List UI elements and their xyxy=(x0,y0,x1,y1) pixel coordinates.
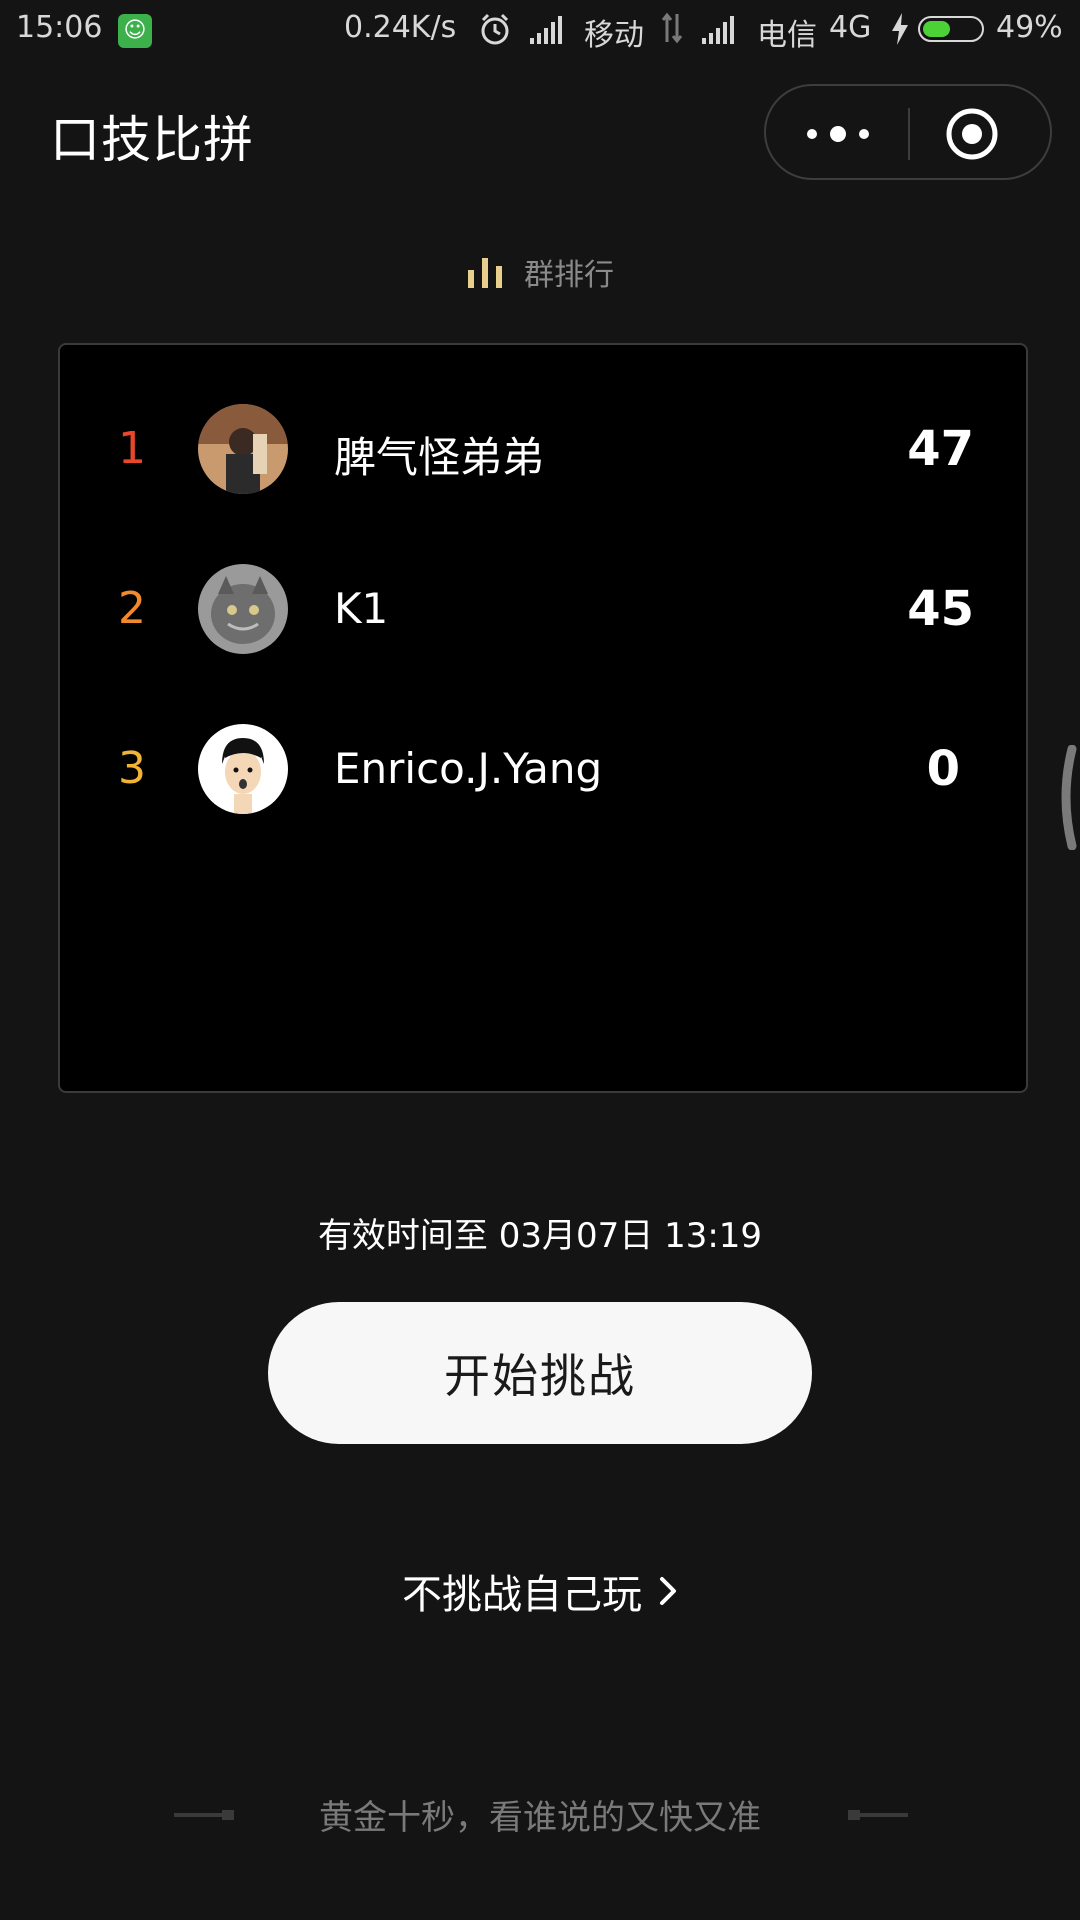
battery-percent: 49% xyxy=(996,10,1063,45)
avatar xyxy=(198,404,288,494)
slogan-text: 黄金十秒，看谁说的又快又准 xyxy=(319,1798,761,1838)
start-challenge-button[interactable]: 开始挑战 xyxy=(268,1302,812,1444)
ranking-row[interactable]: 2 K1 45 xyxy=(60,559,1026,659)
signal-icon xyxy=(530,16,562,44)
side-drawer-handle[interactable] xyxy=(1050,745,1080,850)
alarm-icon xyxy=(481,13,509,45)
ranking-header: 群排行 xyxy=(0,250,1080,300)
network-type: 4G xyxy=(829,10,872,45)
page-title: 口技比拼 xyxy=(50,111,254,169)
user-name: 脾气怪弟弟 xyxy=(334,433,545,482)
user-score: 47 xyxy=(907,421,974,477)
charging-icon xyxy=(892,13,908,45)
chevron-right-icon xyxy=(660,1577,676,1605)
carrier-1: 移动 xyxy=(584,18,644,53)
android-cat-icon: ☺ xyxy=(118,14,152,48)
slogan-right-decoration xyxy=(848,1810,908,1820)
battery-fill xyxy=(923,21,951,37)
ranking-row[interactable]: 1 脾气怪弟弟 47 xyxy=(60,399,1026,499)
valid-until-text: 有效时间至 03月07日 13:19 xyxy=(317,1216,763,1256)
signal-icon-2 xyxy=(702,16,734,44)
rank-number: 3 xyxy=(118,743,146,794)
ranking-label: 群排行 xyxy=(524,258,614,293)
status-time: 15:06 xyxy=(16,10,103,45)
battery-icon xyxy=(918,16,984,42)
user-name: Enrico.J.Yang xyxy=(334,744,603,793)
more-dots-icon[interactable] xyxy=(800,108,876,160)
ranking-board: 1 脾气怪弟弟 47 2 K1 45 3 Enrico.J.Yang 0 xyxy=(58,343,1028,1093)
avatar xyxy=(198,564,288,654)
rank-number: 1 xyxy=(118,423,146,474)
avatar xyxy=(198,724,288,814)
self-play-label: 不挑战自己玩 xyxy=(402,1572,642,1618)
user-name: K1 xyxy=(334,584,389,633)
target-close-icon[interactable] xyxy=(944,106,1000,162)
user-score: 45 xyxy=(907,581,974,637)
status-bar: 15:06 ☺ 0.24K/s 移动 电信 4G 49% xyxy=(0,0,1080,60)
mini-program-capsule xyxy=(764,84,1052,180)
user-score: 0 xyxy=(926,741,960,797)
self-play-link[interactable]: 不挑战自己玩 xyxy=(0,1562,1080,1620)
rank-number: 2 xyxy=(118,583,146,634)
capsule-divider xyxy=(908,108,910,160)
carrier-2: 电信 xyxy=(757,18,817,53)
data-transfer-icon xyxy=(661,12,683,44)
bar-chart-icon xyxy=(468,258,502,288)
network-speed: 0.24K/s xyxy=(344,10,457,45)
ranking-row[interactable]: 3 Enrico.J.Yang 0 xyxy=(60,719,1026,819)
